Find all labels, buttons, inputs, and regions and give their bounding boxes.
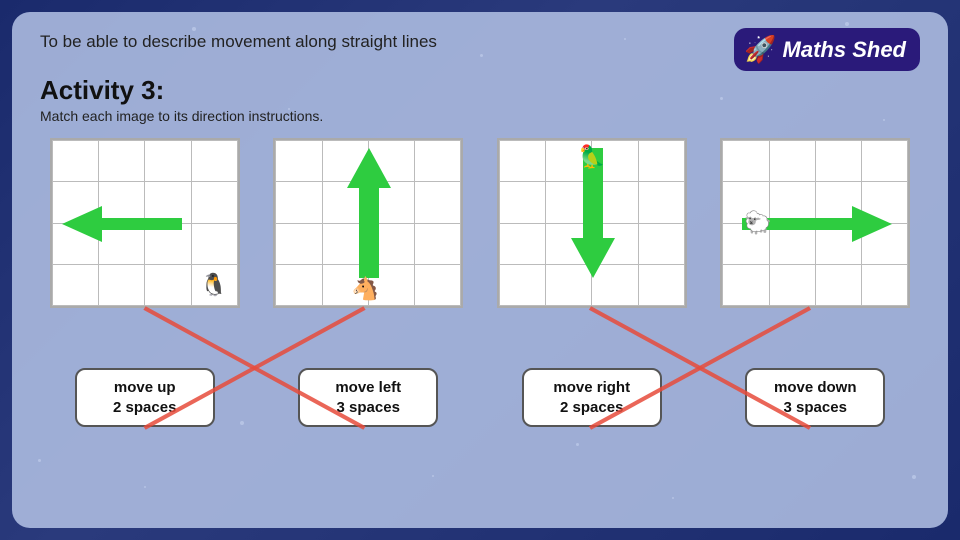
cross-area-2 bbox=[273, 308, 463, 368]
animal-sheep: 🐑 bbox=[744, 210, 771, 236]
animal-parrot: 🦜 bbox=[578, 144, 605, 170]
panels-wrapper: 🐧 move up 2 spaces bbox=[40, 138, 920, 427]
maths-shed-logo: 🚀 Maths Shed bbox=[734, 28, 920, 71]
cross-area-4 bbox=[720, 308, 910, 368]
cross-area-1 bbox=[50, 308, 240, 368]
grid-4: 🐑 bbox=[720, 138, 910, 308]
panel-col-4: 🐑 move down 3 spaces bbox=[711, 138, 921, 427]
panel-col-1: 🐧 move up 2 spaces bbox=[40, 138, 250, 427]
label-box-1: move up 2 spaces bbox=[75, 368, 215, 427]
logo-icon: 🚀 bbox=[744, 34, 776, 65]
activity-instruction: Match each image to its direction instru… bbox=[40, 108, 920, 124]
panel-col-3: 🦜 move right 2 spaces bbox=[487, 138, 697, 427]
label-box-3: move right 2 spaces bbox=[522, 368, 662, 427]
activity-title: Activity 3: bbox=[40, 75, 920, 106]
cross-area-3 bbox=[497, 308, 687, 368]
grid-3: 🦜 bbox=[497, 138, 687, 308]
grid-2: 🐴 bbox=[273, 138, 463, 308]
content-area: To be able to describe movement along st… bbox=[12, 12, 948, 528]
label-box-4: move down 3 spaces bbox=[745, 368, 885, 427]
label-box-2: move left 3 spaces bbox=[298, 368, 438, 427]
logo-text: Maths Shed bbox=[783, 37, 906, 63]
grid-1: 🐧 bbox=[50, 138, 240, 308]
animal-horse: 🐴 bbox=[352, 276, 379, 302]
objective-text: To be able to describe movement along st… bbox=[40, 32, 437, 52]
header-row: To be able to describe movement along st… bbox=[40, 32, 920, 71]
panel-col-2: 🐴 move left 3 spaces bbox=[264, 138, 474, 427]
animal-penguin: 🐧 bbox=[200, 272, 227, 298]
